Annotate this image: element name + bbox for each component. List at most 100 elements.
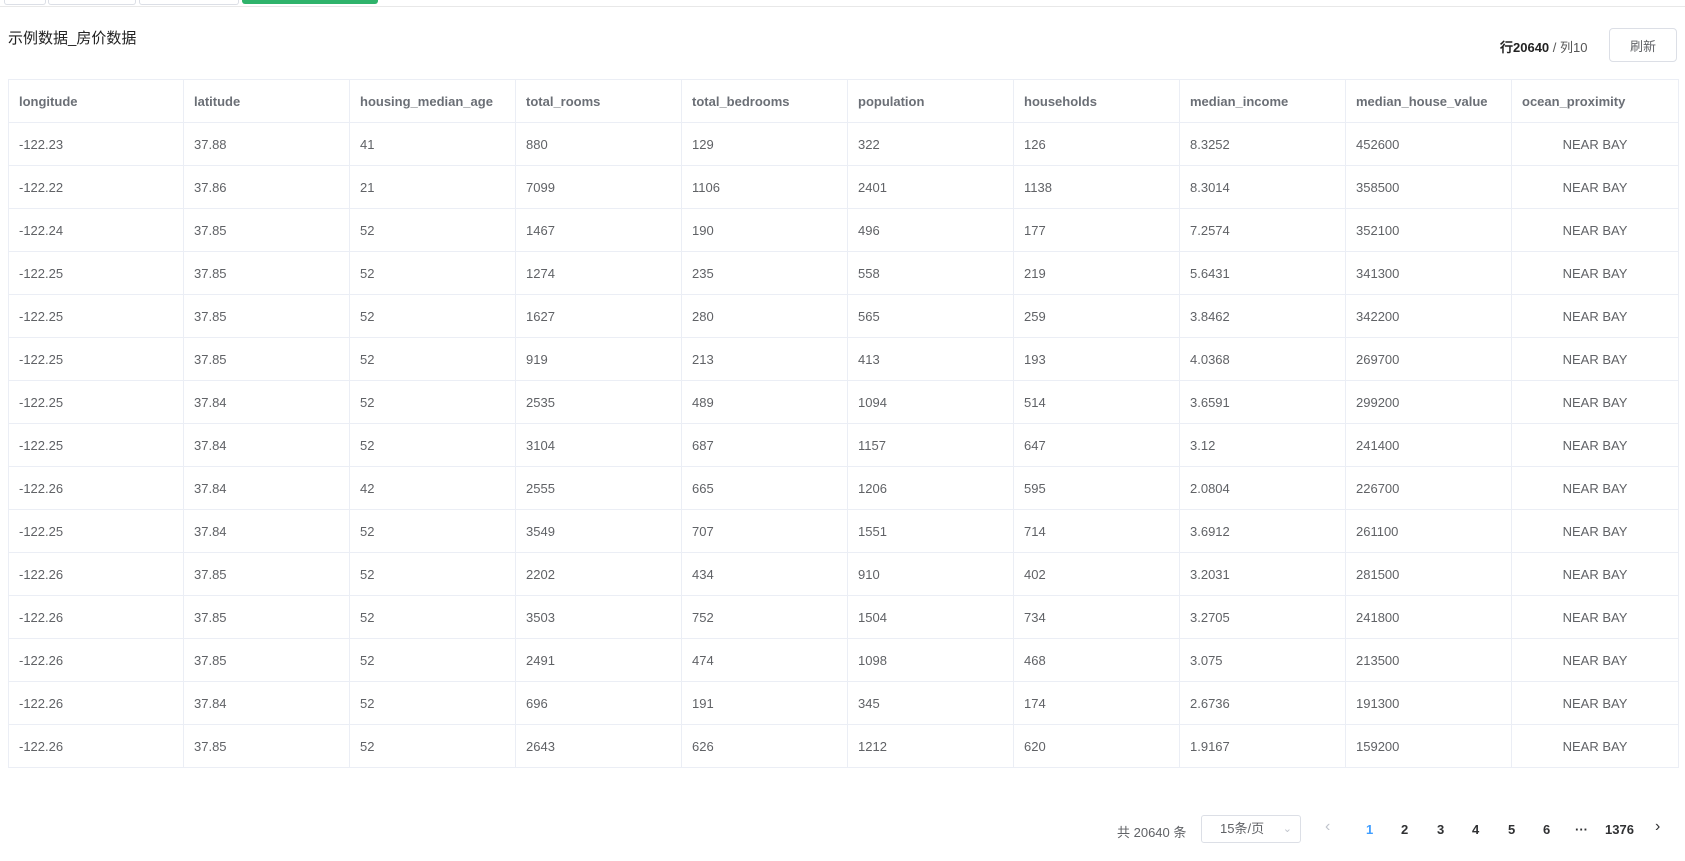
table-cell: 1274: [515, 251, 682, 295]
table-cell: 52: [349, 380, 516, 424]
tab-2[interactable]: [48, 0, 136, 5]
table-cell: 1094: [847, 380, 1014, 424]
table-cell: 21: [349, 165, 516, 209]
tab-active[interactable]: [242, 0, 378, 4]
column-header-median-house-value[interactable]: median_house_value: [1345, 79, 1512, 123]
table-cell: 345: [847, 681, 1014, 725]
table-cell: 489: [681, 380, 848, 424]
table-cell: 52: [349, 638, 516, 682]
table-cell: 193: [1013, 337, 1180, 381]
tab-3[interactable]: [139, 0, 239, 5]
page-6[interactable]: 6: [1543, 822, 1550, 837]
table-cell: 1504: [847, 595, 1014, 639]
data-table: longitude latitude housing_median_age total…: [8, 79, 1679, 768]
table-cell: 37.84: [183, 423, 350, 467]
table-cell: 341300: [1345, 251, 1512, 295]
table-cell: 52: [349, 423, 516, 467]
table-cell: 687: [681, 423, 848, 467]
table-cell: -122.25: [8, 509, 184, 553]
table-cell: 919: [515, 337, 682, 381]
table-cell: 241400: [1345, 423, 1512, 467]
table-cell: 707: [681, 509, 848, 553]
page-last[interactable]: 1376: [1605, 822, 1634, 837]
refresh-button[interactable]: 刷新: [1609, 28, 1677, 62]
table-cell: -122.26: [8, 466, 184, 510]
table-cell: 191: [681, 681, 848, 725]
table-cell: 734: [1013, 595, 1180, 639]
table-cell: -122.25: [8, 423, 184, 467]
column-header-median-income[interactable]: median_income: [1179, 79, 1346, 123]
table-cell: 2.6736: [1179, 681, 1346, 725]
table-cell: -122.26: [8, 724, 184, 768]
table-cell: 52: [349, 509, 516, 553]
page-1[interactable]: 1: [1366, 822, 1373, 837]
table-cell: 37.85: [183, 638, 350, 682]
table-cell: 37.84: [183, 681, 350, 725]
column-header-housing-median-age[interactable]: housing_median_age: [349, 79, 516, 123]
table-cell: 177: [1013, 208, 1180, 252]
page-2[interactable]: 2: [1401, 822, 1408, 837]
row-col-count: 行20640 / 列10: [1500, 37, 1588, 56]
page-3[interactable]: 3: [1437, 822, 1444, 837]
table-cell: 322: [847, 122, 1014, 166]
table-cell: NEAR BAY: [1511, 423, 1679, 467]
table-cell: 281500: [1345, 552, 1512, 596]
table-cell: 37.84: [183, 466, 350, 510]
column-header-total-rooms[interactable]: total_rooms: [515, 79, 682, 123]
chevron-left-icon[interactable]: ‹: [1325, 818, 1330, 836]
table-cell: 452600: [1345, 122, 1512, 166]
table-cell: -122.25: [8, 380, 184, 424]
column-header-households[interactable]: households: [1013, 79, 1180, 123]
header-row: longitude latitude housing_median_age total…: [8, 79, 1679, 123]
table-cell: 241800: [1345, 595, 1512, 639]
table-cell: 1206: [847, 466, 1014, 510]
table-row: -122.25 37.85 52 1274 235 558 219 5.6431 341300 N…: [8, 251, 1679, 295]
page-5[interactable]: 5: [1508, 822, 1515, 837]
table-cell: NEAR BAY: [1511, 251, 1679, 295]
page-size-select[interactable]: 15条/页 ⌄: [1201, 815, 1301, 843]
table-cell: 159200: [1345, 724, 1512, 768]
table-cell: 1212: [847, 724, 1014, 768]
table-cell: 595: [1013, 466, 1180, 510]
cols-label: 列: [1560, 40, 1574, 55]
column-header-latitude[interactable]: latitude: [183, 79, 350, 123]
table-cell: -122.24: [8, 208, 184, 252]
table-cell: 558: [847, 251, 1014, 295]
table-row: -122.26 37.84 52 696 191 345 174 2.6736 191300 NE…: [8, 681, 1679, 725]
table-cell: 299200: [1345, 380, 1512, 424]
table-cell: 2535: [515, 380, 682, 424]
table-cell: 226700: [1345, 466, 1512, 510]
table-cell: 4.0368: [1179, 337, 1346, 381]
table-cell: 696: [515, 681, 682, 725]
table-row: -122.24 37.85 52 1467 190 496 177 7.2574 352100 N…: [8, 208, 1679, 252]
table-cell: 2555: [515, 466, 682, 510]
chevron-down-icon: ⌄: [1282, 823, 1292, 835]
table-cell: 7.2574: [1179, 208, 1346, 252]
table-cell: 3.6912: [1179, 509, 1346, 553]
page-4[interactable]: 4: [1472, 822, 1479, 837]
table-cell: 1551: [847, 509, 1014, 553]
table-row: -122.26 37.84 42 2555 665 1206 595 2.0804 226700…: [8, 466, 1679, 510]
table-cell: 565: [847, 294, 1014, 338]
table-cell: 2202: [515, 552, 682, 596]
column-header-ocean-proximity[interactable]: ocean_proximity: [1511, 79, 1679, 123]
table-cell: NEAR BAY: [1511, 380, 1679, 424]
table-cell: 52: [349, 552, 516, 596]
table-cell: -122.26: [8, 638, 184, 682]
table-cell: NEAR BAY: [1511, 595, 1679, 639]
table-cell: 1138: [1013, 165, 1180, 209]
chevron-right-icon[interactable]: ›: [1655, 818, 1660, 836]
tab-strip: [0, 0, 1685, 7]
table-cell: 5.6431: [1179, 251, 1346, 295]
column-header-total-bedrooms[interactable]: total_bedrooms: [681, 79, 848, 123]
table-cell: 1157: [847, 423, 1014, 467]
page-ellipsis[interactable]: ···: [1575, 822, 1588, 837]
stats-separator: /: [1549, 40, 1561, 55]
table-cell: 342200: [1345, 294, 1512, 338]
column-header-population[interactable]: population: [847, 79, 1014, 123]
table-cell: 620: [1013, 724, 1180, 768]
table-cell: 3.8462: [1179, 294, 1346, 338]
tab-1[interactable]: [4, 0, 46, 5]
table-cell: 2643: [515, 724, 682, 768]
column-header-longitude[interactable]: longitude: [8, 79, 184, 123]
